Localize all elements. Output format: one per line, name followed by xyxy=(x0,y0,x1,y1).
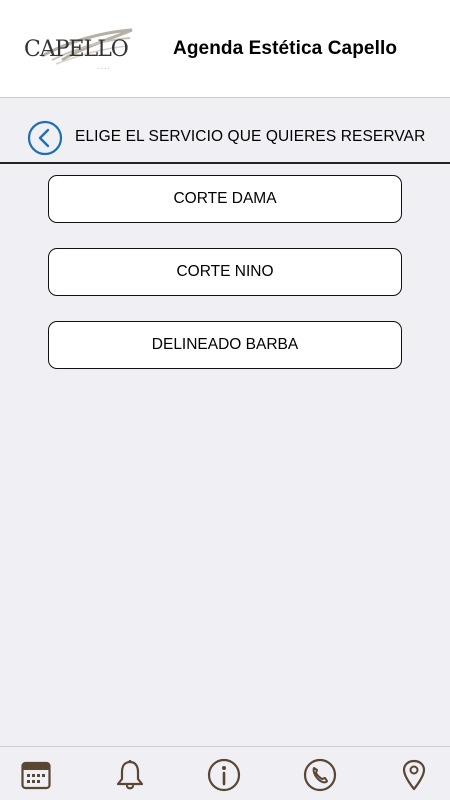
tab-calendar[interactable] xyxy=(16,755,56,795)
app-title: Agenda Estética Capello xyxy=(173,38,398,59)
tab-call[interactable] xyxy=(300,755,340,795)
service-button-delineado-barba[interactable]: DELINEADO BARBA xyxy=(48,321,402,369)
info-icon xyxy=(207,758,241,792)
bell-icon xyxy=(116,760,144,790)
service-button-corte-dama[interactable]: CORTE DAMA xyxy=(48,175,402,223)
service-button-corte-nino[interactable]: CORTE NINO xyxy=(48,248,402,296)
svg-text:CAPELLO: CAPELLO xyxy=(24,37,128,62)
tab-notifications[interactable] xyxy=(110,755,150,795)
bottom-tab-bar xyxy=(0,746,450,800)
capello-logo: CAPELLO · · · · xyxy=(24,28,133,72)
tab-location[interactable] xyxy=(394,755,434,795)
service-list: CORTE DAMA CORTE NINO DELINEADO BARBA xyxy=(48,175,402,394)
page-title: ELIGE EL SERVICIO QUE QUIERES RESERVAR xyxy=(75,128,426,145)
tab-info[interactable] xyxy=(204,755,244,795)
subheader: ELIGE EL SERVICIO QUE QUIERES RESERVAR xyxy=(0,98,450,164)
phone-icon xyxy=(303,758,337,792)
chevron-left-circle-icon[interactable] xyxy=(27,120,63,156)
svg-text:· · · ·: · · · · xyxy=(98,66,110,72)
calendar-icon xyxy=(21,761,51,790)
location-pin-icon xyxy=(402,759,426,791)
app-header: CAPELLO · · · · Agenda Estética Capello xyxy=(0,0,450,98)
